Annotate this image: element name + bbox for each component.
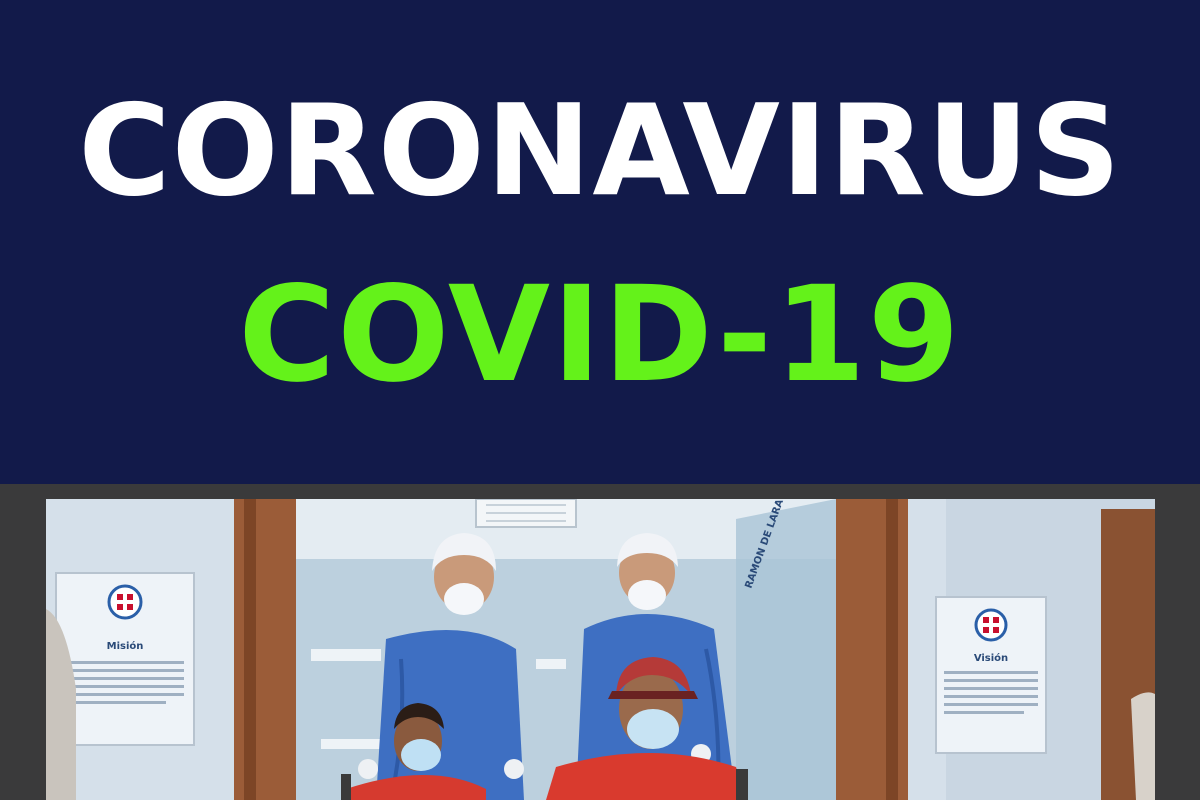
banner-title-covid19: COVID-19 <box>238 258 962 412</box>
vision-sign-title: Visión <box>974 652 1008 664</box>
header-banner: CORONAVIRUS COVID-19 <box>0 0 1200 484</box>
banner-title-coronavirus: CORONAVIRUS <box>78 77 1122 224</box>
photo-illustration: RAMON DE LARA Misión Visión <box>46 499 1155 800</box>
left-door-frame <box>234 499 296 800</box>
mission-sign-title: Misión <box>107 640 144 652</box>
hospital-discharge-photo: RAMON DE LARA Misión Visión <box>46 499 1155 800</box>
